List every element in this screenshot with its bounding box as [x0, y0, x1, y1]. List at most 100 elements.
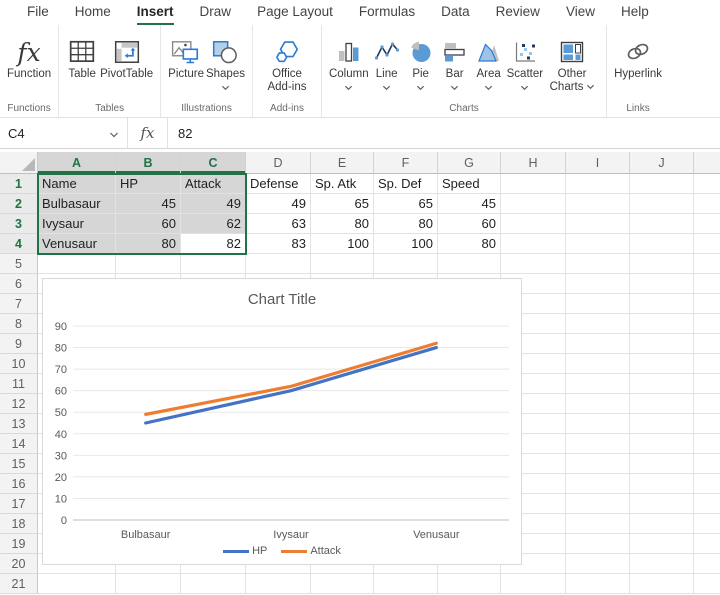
cell-B3[interactable]: 60 [116, 214, 181, 234]
cell-D2[interactable]: 49 [246, 194, 311, 214]
cell-J1[interactable] [630, 174, 694, 194]
ribbon-button-pie[interactable]: Pie [405, 36, 437, 93]
cell-A1[interactable]: Name [38, 174, 116, 194]
cell-B5[interactable] [116, 254, 181, 274]
cell-C1[interactable]: Attack [181, 174, 246, 194]
cell-I17[interactable] [566, 494, 630, 514]
cell-J21[interactable] [630, 574, 694, 594]
cell-J20[interactable] [630, 554, 694, 574]
cell-I4[interactable] [566, 234, 630, 254]
row-header-12[interactable]: 12 [0, 394, 38, 414]
cell-C5[interactable] [181, 254, 246, 274]
cell-B21[interactable] [116, 574, 181, 594]
insert-function-button[interactable]: fx [128, 118, 168, 148]
ribbon-button-picture[interactable]: Picture [168, 36, 204, 81]
cell-E1[interactable]: Sp. Atk [311, 174, 374, 194]
tab-help[interactable]: Help [608, 0, 662, 26]
cell-J8[interactable] [630, 314, 694, 334]
cell-J9[interactable] [630, 334, 694, 354]
cell-B2[interactable]: 45 [116, 194, 181, 214]
cell-overflow8[interactable] [694, 314, 720, 334]
cell-overflow6[interactable] [694, 274, 720, 294]
tab-home[interactable]: Home [62, 0, 124, 26]
row-header-13[interactable]: 13 [0, 414, 38, 434]
cell-J18[interactable] [630, 514, 694, 534]
cell-overflow2[interactable] [694, 194, 720, 214]
cell-I12[interactable] [566, 394, 630, 414]
select-all-button[interactable] [0, 152, 38, 174]
formula-input[interactable]: 82 [168, 126, 720, 141]
cell-E4[interactable]: 100 [311, 234, 374, 254]
tab-review[interactable]: Review [483, 0, 553, 26]
legend-item-attack[interactable]: Attack [281, 545, 341, 557]
cell-F4[interactable]: 100 [374, 234, 438, 254]
column-header-I[interactable]: I [566, 152, 630, 174]
row-header-1[interactable]: 1 [0, 174, 38, 194]
cell-J17[interactable] [630, 494, 694, 514]
cell-overflow9[interactable] [694, 334, 720, 354]
cell-G21[interactable] [438, 574, 501, 594]
legend-item-hp[interactable]: HP [223, 545, 267, 557]
ribbon-button-scatter[interactable]: Scatter [507, 36, 543, 93]
column-header-overflow[interactable] [694, 152, 720, 174]
cell-J13[interactable] [630, 414, 694, 434]
cell-J2[interactable] [630, 194, 694, 214]
cell-B1[interactable]: HP [116, 174, 181, 194]
cell-overflow20[interactable] [694, 554, 720, 574]
row-header-3[interactable]: 3 [0, 214, 38, 234]
tab-draw[interactable]: Draw [187, 0, 245, 26]
cell-C3[interactable]: 62 [181, 214, 246, 234]
cell-overflow10[interactable] [694, 354, 720, 374]
cell-E2[interactable]: 65 [311, 194, 374, 214]
chart-plot-area[interactable]: 0102030405060708090BulbasaurIvysaurVenus… [43, 317, 523, 549]
tab-formulas[interactable]: Formulas [346, 0, 428, 26]
column-header-E[interactable]: E [311, 152, 374, 174]
ribbon-button-office-add-ins[interactable]: Office Add-ins [260, 36, 314, 94]
cell-D3[interactable]: 63 [246, 214, 311, 234]
cell-overflow16[interactable] [694, 474, 720, 494]
cell-overflow7[interactable] [694, 294, 720, 314]
cell-D5[interactable] [246, 254, 311, 274]
tab-file[interactable]: File [14, 0, 62, 26]
cell-A5[interactable] [38, 254, 116, 274]
cell-E21[interactable] [311, 574, 374, 594]
cell-I20[interactable] [566, 554, 630, 574]
ribbon-button-column[interactable]: Column [329, 36, 369, 93]
chart-title[interactable]: Chart Title [43, 291, 521, 308]
row-header-4[interactable]: 4 [0, 234, 38, 254]
row-header-2[interactable]: 2 [0, 194, 38, 214]
cell-I2[interactable] [566, 194, 630, 214]
cell-overflow12[interactable] [694, 394, 720, 414]
row-header-11[interactable]: 11 [0, 374, 38, 394]
cell-C2[interactable]: 49 [181, 194, 246, 214]
cell-overflow19[interactable] [694, 534, 720, 554]
cell-G4[interactable]: 80 [438, 234, 501, 254]
cell-G3[interactable]: 60 [438, 214, 501, 234]
tab-data[interactable]: Data [428, 0, 483, 26]
row-header-17[interactable]: 17 [0, 494, 38, 514]
cell-J11[interactable] [630, 374, 694, 394]
cell-A4[interactable]: Venusaur [38, 234, 116, 254]
cell-J16[interactable] [630, 474, 694, 494]
row-header-20[interactable]: 20 [0, 554, 38, 574]
row-header-9[interactable]: 9 [0, 334, 38, 354]
cell-overflow21[interactable] [694, 574, 720, 594]
row-header-19[interactable]: 19 [0, 534, 38, 554]
cell-I10[interactable] [566, 354, 630, 374]
cell-overflow15[interactable] [694, 454, 720, 474]
cell-E5[interactable] [311, 254, 374, 274]
row-header-14[interactable]: 14 [0, 434, 38, 454]
column-header-G[interactable]: G [438, 152, 501, 174]
column-header-B[interactable]: B [116, 152, 181, 174]
cell-F5[interactable] [374, 254, 438, 274]
cell-J19[interactable] [630, 534, 694, 554]
cell-J15[interactable] [630, 454, 694, 474]
ribbon-button-pivottable[interactable]: PivotTable [100, 36, 153, 81]
cell-A2[interactable]: Bulbasaur [38, 194, 116, 214]
cell-I8[interactable] [566, 314, 630, 334]
name-box[interactable]: C4 [0, 118, 128, 148]
row-header-16[interactable]: 16 [0, 474, 38, 494]
cell-H5[interactable] [501, 254, 566, 274]
cell-overflow3[interactable] [694, 214, 720, 234]
cell-E3[interactable]: 80 [311, 214, 374, 234]
